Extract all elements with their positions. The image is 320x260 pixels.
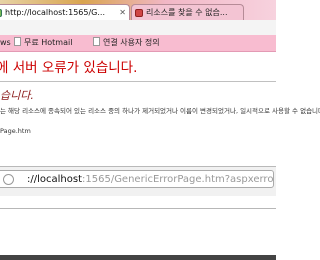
address-bar: ://localhost:1565/GenericErrorPage.htm?a… — [0, 166, 276, 196]
error-favicon-icon — [135, 9, 143, 17]
globe-icon — [3, 174, 14, 185]
bookmarks-bar: ws 무료 Hotmail 연결 사용자 정의 — [0, 35, 276, 52]
page-icon — [93, 37, 100, 46]
tab-strip: http://localhost:1565/G... ✕ 리소스를 찾을 수 없… — [0, 2, 276, 20]
bookmark-label: 연결 사용자 정의 — [103, 38, 160, 47]
bookmark-item[interactable]: 무료 Hotmail — [14, 35, 72, 51]
error-description: 는 해당 리소스에 종속되어 있는 리소스 중의 하나가 제거되었거나 이름이 … — [0, 107, 320, 115]
toolbar-strip — [0, 20, 276, 36]
tab-resource-not-found[interactable]: 리소스를 찾을 수 없습... — [131, 4, 244, 20]
error-heading: 에 서버 오류가 있습니다. — [0, 60, 138, 76]
page-icon — [14, 37, 21, 46]
url-host: ://localhost — [27, 174, 82, 185]
page-favicon-icon — [0, 9, 2, 17]
bookmark-item[interactable]: ws — [0, 35, 11, 51]
close-tab-icon[interactable]: ✕ — [119, 5, 126, 20]
bookmark-label: 무료 Hotmail — [24, 38, 73, 47]
tab-title: http://localhost:1565/G... — [5, 8, 105, 17]
page-viewport — [0, 196, 276, 260]
bookmark-item[interactable]: 연결 사용자 정의 — [93, 35, 160, 51]
window-bottom-edge — [0, 255, 276, 260]
url-path: :1565/GenericErrorPage.htm?aspxerrorpath… — [82, 174, 274, 185]
requested-url: Page.htm — [0, 127, 31, 135]
divider — [0, 81, 276, 82]
url-input[interactable]: ://localhost:1565/GenericErrorPage.htm?a… — [0, 170, 274, 188]
bookmark-label: ws — [0, 38, 11, 47]
divider — [0, 208, 276, 209]
tab-title: 리소스를 찾을 수 없습... — [146, 8, 228, 17]
tab-generic-error[interactable]: http://localhost:1565/G... ✕ — [0, 4, 130, 20]
error-subheading: 습니다. — [0, 89, 34, 102]
page-content: 에 서버 오류가 있습니다. 습니다. 는 해당 리소스에 종속되어 있는 리소… — [0, 52, 320, 166]
